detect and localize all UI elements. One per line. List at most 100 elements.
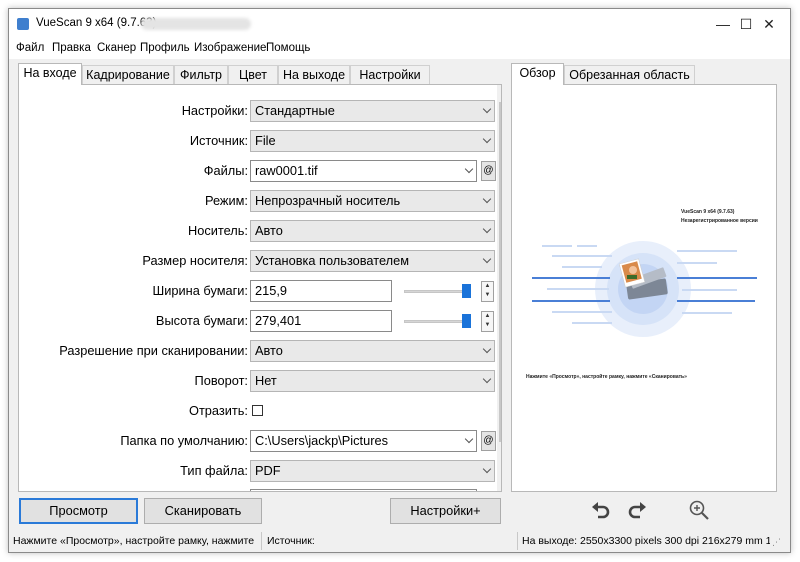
status-hint: Нажмите «Просмотр», настройте рамку, наж… (13, 535, 257, 547)
paper-width-label: Ширина бумаги: (152, 283, 248, 298)
close-button[interactable]: ✕ (746, 9, 790, 39)
tab-cropped-area[interactable]: Обрезанная область (564, 65, 695, 84)
media-size-label: Размер носителя: (142, 253, 248, 268)
tab-filter[interactable]: Фильтр (174, 65, 228, 84)
files-browse-button[interactable]: @ (481, 161, 496, 181)
status-separator (261, 532, 262, 550)
mirror-checkbox[interactable] (252, 405, 263, 416)
rotation-dropdown[interactable]: Нет (250, 370, 495, 392)
source-label: Источник: (189, 133, 248, 148)
media-size-dropdown[interactable]: Установка пользователем (250, 250, 495, 272)
more-settings-button[interactable]: Настройки+ (390, 498, 501, 524)
chevron-down-icon (482, 464, 492, 474)
close-icon: ✕ (763, 16, 775, 32)
paper-height-spinner[interactable]: ▲ ▼ (481, 311, 494, 332)
menu-bar: Файл Правка Сканер Профиль Изображение П… (9, 39, 790, 59)
paper-height-input[interactable]: 279,401 (250, 310, 392, 332)
media-label: Носитель: (187, 223, 248, 238)
paper-width-slider-thumb[interactable] (462, 284, 471, 298)
scan-button[interactable]: Сканировать (144, 498, 262, 524)
rotate-right-icon[interactable] (625, 499, 649, 523)
title-bar: VueScan 9 x64 (9.7.63) — ☐ ✕ (9, 9, 790, 39)
menu-file[interactable]: Файл (16, 42, 44, 54)
paper-width-slider[interactable] (404, 290, 466, 293)
window-title: VueScan 9 x64 (9.7.63) (36, 17, 157, 29)
file-type-label: Тип файла: (180, 463, 248, 478)
media-value: Авто (255, 223, 283, 238)
chevron-down-icon (482, 254, 492, 264)
tab-color[interactable]: Цвет (228, 65, 278, 84)
mode-dropdown[interactable]: Непрозрачный носитель (250, 190, 495, 212)
paper-width-input[interactable]: 215,9 (250, 280, 392, 302)
status-separator (517, 532, 518, 550)
chevron-down-icon (482, 104, 492, 114)
resolution-dropdown[interactable]: Авто (250, 340, 495, 362)
media-size-value: Установка пользователем (255, 253, 410, 268)
tab-preview[interactable]: Обзор (511, 63, 564, 85)
settings-scrollbar[interactable]: ▲ ▼ (497, 85, 501, 491)
menu-edit[interactable]: Правка (52, 42, 91, 54)
preview-title: VueScan 9 x64 (9.7.63) (681, 209, 735, 215)
partially-hidden-field[interactable] (250, 489, 477, 491)
paper-height-slider-thumb[interactable] (462, 314, 471, 328)
status-bar: Нажмите «Просмотр», настройте рамку, наж… (9, 529, 790, 552)
spin-up-icon[interactable]: ▲ (482, 312, 493, 321)
menu-profile[interactable]: Профиль (140, 42, 190, 54)
default-folder-value: C:\Users\jackp\Pictures (255, 433, 388, 448)
app-window: VueScan 9 x64 (9.7.63) — ☐ ✕ Файл Правка… (8, 8, 791, 553)
rotation-label: Поворот: (194, 373, 248, 388)
chevron-down-icon (482, 134, 492, 144)
preview-hint: Нажмите «Просмотр», настройте рамку, наж… (526, 373, 687, 380)
default-folder-label: Папка по умолчанию: (120, 433, 248, 448)
chevron-down-icon (482, 224, 492, 234)
blurred-registration-text (141, 18, 251, 30)
scroll-up-icon[interactable]: ▲ (497, 87, 501, 102)
paper-width-spinner[interactable]: ▲ ▼ (481, 281, 494, 302)
rotate-left-icon[interactable] (589, 499, 613, 523)
tab-input[interactable]: На входе (18, 63, 82, 85)
tab-crop[interactable]: Кадрирование (82, 65, 174, 84)
input-settings-panel: Настройки: Стандартные Источник: File Фа… (18, 84, 502, 492)
resolution-value: Авто (255, 343, 283, 358)
resize-grip-icon[interactable]: ⋰ (772, 537, 781, 548)
paper-height-slider[interactable] (404, 320, 466, 323)
rotation-value: Нет (255, 373, 277, 388)
default-folder-combobox[interactable]: C:\Users\jackp\Pictures (250, 430, 477, 452)
file-type-dropdown[interactable]: PDF (250, 460, 495, 482)
spin-down-icon[interactable]: ▼ (482, 291, 493, 300)
settings-dropdown[interactable]: Стандартные (250, 100, 495, 122)
preview-canvas: VueScan 9 x64 (9.7.63) Незарегистрирован… (526, 209, 758, 380)
folder-browse-button[interactable]: @ (481, 431, 496, 451)
mode-value: Непрозрачный носитель (255, 193, 401, 208)
chevron-down-icon (482, 194, 492, 204)
tab-output[interactable]: На выходе (278, 65, 350, 84)
spin-down-icon[interactable]: ▼ (482, 321, 493, 330)
source-dropdown[interactable]: File (250, 130, 495, 152)
files-value: raw0001.tif (255, 163, 318, 178)
chevron-down-icon (464, 164, 474, 174)
zoom-in-icon[interactable] (687, 498, 711, 522)
chevron-down-icon (464, 434, 474, 444)
files-label: Файлы: (203, 163, 248, 178)
settings-label: Настройки: (181, 103, 248, 118)
files-combobox[interactable]: raw0001.tif (250, 160, 477, 182)
chevron-down-icon (482, 344, 492, 354)
menu-image[interactable]: Изображение (194, 42, 266, 54)
status-source: Источник: (267, 535, 315, 547)
menu-scanner[interactable]: Сканер (97, 42, 136, 54)
preview-subtitle: Незарегистрированное версии (681, 218, 758, 224)
source-value: File (255, 133, 276, 148)
tab-prefs[interactable]: Настройки (350, 65, 430, 84)
chevron-down-icon (482, 374, 492, 384)
resolution-label: Разрешение при сканировании: (59, 343, 248, 358)
scrollbar-thumb[interactable] (499, 102, 501, 442)
preview-button[interactable]: Просмотр (19, 498, 138, 524)
media-dropdown[interactable]: Авто (250, 220, 495, 242)
spin-up-icon[interactable]: ▲ (482, 282, 493, 291)
menu-help[interactable]: Помощь (266, 42, 310, 54)
status-output: На выходе: 2550x3300 pixels 300 dpi 216x… (522, 535, 770, 547)
preview-panel: VueScan 9 x64 (9.7.63) Незарегистрирован… (511, 84, 777, 492)
mode-label: Режим: (204, 193, 248, 208)
paper-height-label: Высота бумаги: (155, 313, 248, 328)
scroll-down-icon[interactable]: ▼ (497, 474, 501, 489)
